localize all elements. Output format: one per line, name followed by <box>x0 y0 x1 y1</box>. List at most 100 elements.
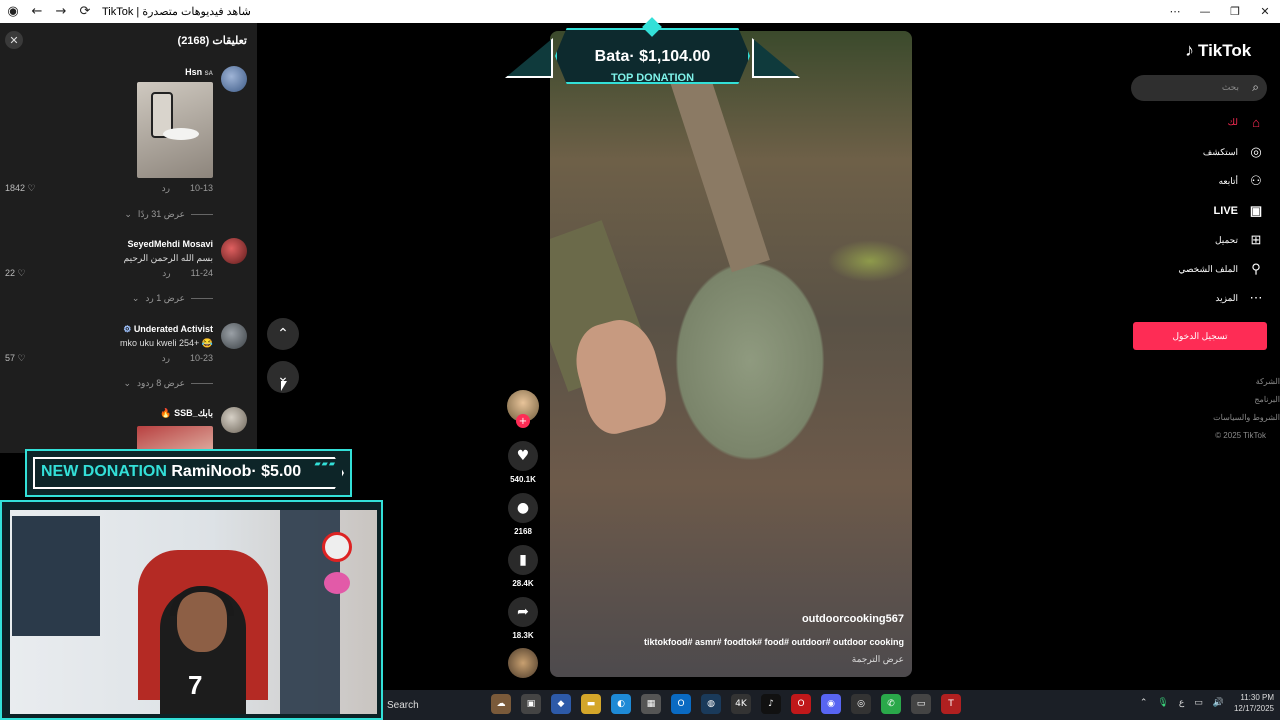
taskbar-search[interactable]: Search <box>387 700 487 711</box>
footer-link-program[interactable]: البرنامج <box>1254 395 1280 404</box>
fire-icon: 🔥 <box>160 408 172 418</box>
comment-author[interactable]: ⚙ Underated Activist <box>123 324 213 335</box>
minimize-icon[interactable]: — <box>1190 0 1220 23</box>
share-action[interactable]: ➦ 18.3K <box>505 597 541 640</box>
video-hashtags[interactable]: tiktokfood# asmr# foodtok# food# outdoor… <box>644 637 904 647</box>
user-follow-icon: ⚇ <box>1250 173 1262 188</box>
heart-icon[interactable]: ♡ <box>18 353 26 363</box>
author-name[interactable]: SSB_بابك <box>174 408 213 418</box>
whatsapp-icon[interactable]: ✆ <box>881 694 901 714</box>
heart-icon[interactable]: ♥ <box>508 441 538 471</box>
sidebar-item-more[interactable]: المزيد ⋯ <box>1215 290 1264 306</box>
search-icon[interactable]: ⌕ <box>1252 80 1259 95</box>
reply-link[interactable]: رد <box>162 353 170 364</box>
save-action[interactable]: ▮ 28.4K <box>505 545 541 588</box>
view-replies-label[interactable]: عرض 1 رد <box>145 293 185 304</box>
search-input[interactable]: بحث ⌕ <box>1131 75 1267 101</box>
footer-link-terms[interactable]: الشروط والسياسات <box>1213 413 1280 422</box>
close-window-icon[interactable]: ✕ <box>1250 0 1280 23</box>
share-icon[interactable]: ➦ <box>508 597 538 627</box>
task-view-icon[interactable]: ▣ <box>521 694 541 714</box>
comment-date: 10-13 <box>189 183 213 193</box>
follow-plus-icon[interactable]: + <box>516 414 530 428</box>
bookmark-icon[interactable]: ▮ <box>508 545 538 575</box>
volume-icon[interactable]: 🔊 <box>1213 698 1224 708</box>
view-replies-label[interactable]: عرض 8 ردود <box>137 378 185 389</box>
forward-icon[interactable]: → <box>52 3 70 21</box>
author-name[interactable]: Hsn <box>185 67 202 77</box>
reply-link[interactable]: رد <box>162 268 170 279</box>
avatar[interactable] <box>221 66 247 92</box>
sidebar-item-explore[interactable]: استكشف ◎ <box>1203 144 1264 160</box>
comment-meta: رد 10-13 <box>162 183 213 194</box>
view-replies[interactable]: ⌄ عرض 8 ردود <box>124 378 213 389</box>
like-action[interactable]: ♥ 540.1K <box>505 441 541 484</box>
tiktok-app-icon[interactable]: ♪ <box>761 694 781 714</box>
opera-icon[interactable]: O <box>791 694 811 714</box>
comment-action[interactable]: ● 2168 <box>505 493 541 536</box>
comment-likes[interactable]: 22 ♡ <box>5 268 26 279</box>
close-comments-button[interactable]: ✕ <box>5 31 23 49</box>
previous-video-button[interactable]: ⌃ <box>267 318 299 350</box>
obs-icon[interactable]: ◎ <box>851 694 871 714</box>
emoji-icon: 😂 <box>201 338 213 348</box>
steam-icon[interactable]: ◍ <box>701 694 721 714</box>
login-button[interactable]: تسجيل الدخول <box>1133 322 1267 350</box>
back-icon[interactable]: ← <box>28 3 46 21</box>
comment-author[interactable]: Hsn SA <box>185 67 213 77</box>
comment-author[interactable]: 🔥 SSB_بابك <box>160 408 213 419</box>
avatar[interactable] <box>221 407 247 433</box>
restore-icon[interactable]: ❐ <box>1220 0 1250 23</box>
app-icon[interactable]: ▭ <box>911 694 931 714</box>
avatar[interactable] <box>221 323 247 349</box>
video-player[interactable]: outdoorcooking567 tiktokfood# asmr# food… <box>550 31 912 677</box>
author-name[interactable]: Underated Activist <box>134 324 213 334</box>
view-replies[interactable]: ⌄ عرض 31 ردًا <box>124 209 213 220</box>
system-tray: ⌃ 🎙 ع ▭ 🔊 11:30 PM 12/17/2025 <box>1140 692 1274 714</box>
comments-title: تعليقات (2168) <box>177 35 247 47</box>
discord-icon[interactable]: ◉ <box>821 694 841 714</box>
translate-link[interactable]: عرض الترجمة <box>852 654 904 665</box>
compass-icon: ◎ <box>1250 144 1262 159</box>
wall-poster <box>12 516 100 636</box>
outlook-icon[interactable]: O <box>671 694 691 714</box>
app-4k-icon[interactable]: 4K <box>731 694 751 714</box>
weather-icon[interactable]: ☁ <box>491 694 511 714</box>
sidebar-item-upload[interactable]: تحميل ⊞ <box>1215 232 1264 248</box>
reload-icon[interactable]: ⟳ <box>76 3 94 21</box>
network-icon[interactable]: ▭ <box>1194 698 1203 708</box>
comment-likes[interactable]: 1842 ♡ <box>5 183 36 194</box>
upload-icon: ⊞ <box>1250 232 1262 247</box>
view-replies[interactable]: ⌄ عرض 1 رد <box>132 293 213 304</box>
video-username[interactable]: outdoorcooking567 <box>802 613 904 625</box>
microphone-icon[interactable]: 🎙 <box>1157 698 1168 708</box>
menu-icon[interactable]: ⋯ <box>1160 0 1190 23</box>
edge-icon[interactable]: ◐ <box>611 694 631 714</box>
sidebar-item-live[interactable]: LIVE ▣ <box>1214 203 1264 219</box>
sidebar-item-profile[interactable]: الملف الشخصي ⚲ <box>1178 261 1264 277</box>
tiktok-studio-icon[interactable]: T <box>941 694 961 714</box>
copilot-icon[interactable]: ◆ <box>551 694 571 714</box>
file-explorer-icon[interactable]: ▬ <box>581 694 601 714</box>
store-icon[interactable]: ▦ <box>641 694 661 714</box>
sidebar-item-following[interactable]: أتابعه ⚇ <box>1219 173 1264 189</box>
footer-link-company[interactable]: الشركة <box>1256 377 1280 386</box>
comments-panel: ✕ تعليقات (2168) Hsn SA رد 10-13 1842 ♡ ⌄… <box>0 23 257 453</box>
music-disc-icon[interactable] <box>508 648 538 678</box>
keyboard-language[interactable]: ع <box>1179 698 1184 708</box>
avatar[interactable] <box>221 238 247 264</box>
comment-likes[interactable]: 57 ♡ <box>5 353 26 364</box>
comment-image[interactable] <box>137 82 213 178</box>
heart-icon[interactable]: ♡ <box>28 183 36 193</box>
comment-icon[interactable]: ● <box>508 493 538 523</box>
tiktok-logo[interactable]: ♪ TikTok <box>1185 40 1251 61</box>
reply-link[interactable]: رد <box>162 183 170 194</box>
heart-icon[interactable]: ♡ <box>18 268 26 278</box>
sidebar-item-for-you[interactable]: لك ⌂ <box>1228 115 1264 130</box>
top-donation-overlay: Bata· $1,104.00 TOP DONATION <box>505 17 800 90</box>
chevron-up-icon[interactable]: ⌃ <box>1140 698 1148 708</box>
view-replies-label[interactable]: عرض 31 ردًا <box>138 209 185 220</box>
no-smoking-sign <box>322 532 352 562</box>
comment-author[interactable]: SeyedMehdi Mosavi <box>127 239 213 249</box>
clock[interactable]: 11:30 PM 12/17/2025 <box>1234 692 1274 714</box>
